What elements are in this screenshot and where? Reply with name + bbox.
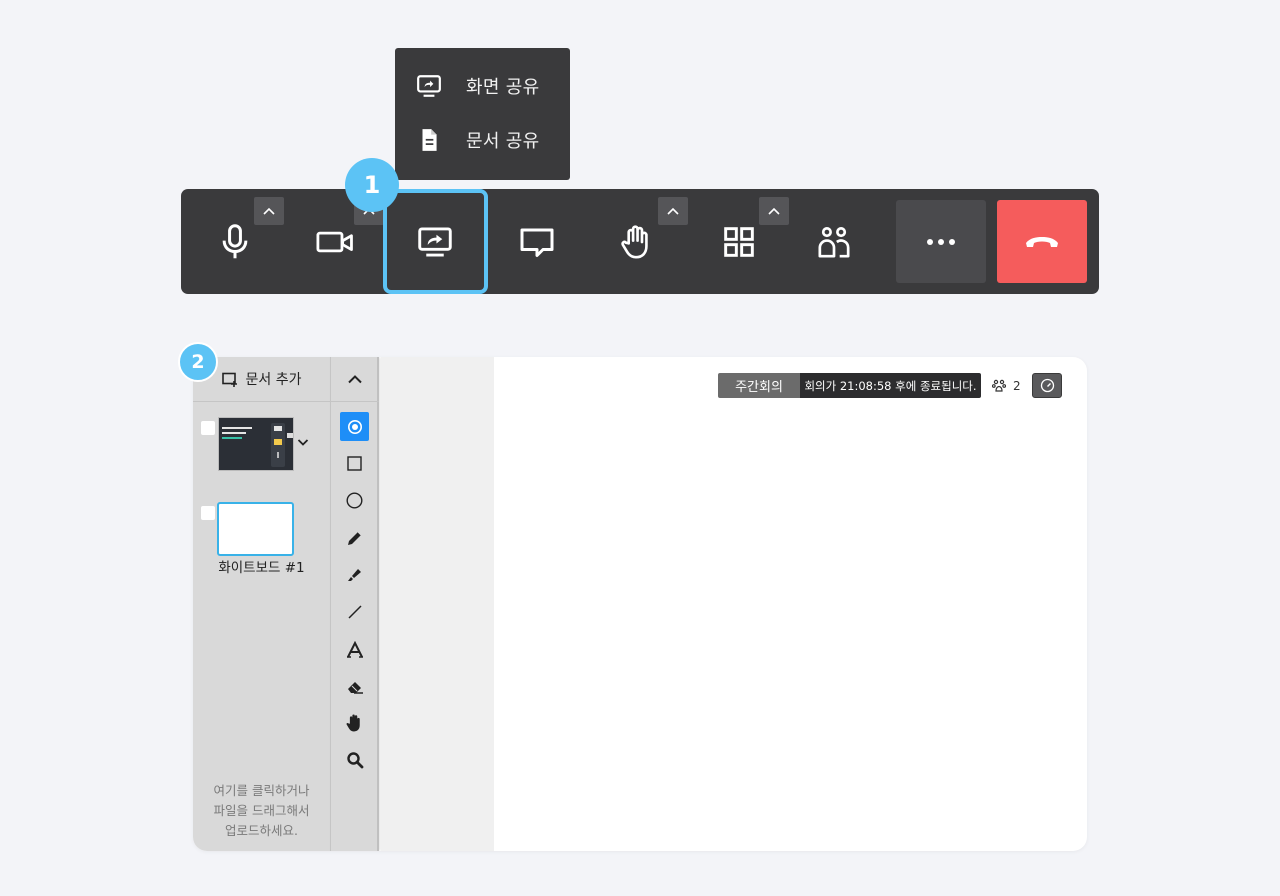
gauge-icon [1040, 378, 1054, 393]
end-call-icon [1026, 236, 1058, 247]
raise-hand-button[interactable] [597, 189, 677, 294]
zoom-tool[interactable] [340, 745, 369, 774]
raise-hand-icon [621, 224, 648, 259]
document-checkbox-2[interactable] [201, 506, 215, 520]
pointer-icon [347, 419, 362, 434]
chevron-up-icon [348, 375, 362, 384]
microphone-button[interactable] [195, 189, 275, 294]
slide-preview-image [219, 418, 293, 470]
document-thumbnail-1[interactable] [218, 417, 294, 471]
collapse-tools-button[interactable] [331, 357, 379, 402]
document-icon [422, 129, 437, 151]
meeting-toolbar [181, 189, 1099, 294]
microphone-icon [222, 223, 248, 258]
zoom-icon [346, 751, 363, 768]
upload-hint-line: 여기를 클릭하거나 [213, 783, 310, 798]
eraser-icon [347, 681, 363, 694]
meeting-timer: 회의가 21:08:58 후에 종료됩니다. [800, 373, 981, 398]
camera-icon [316, 231, 353, 252]
circle-icon [346, 492, 363, 509]
upload-hint-line: 파일을 드래그해서 [213, 803, 310, 818]
participants-button[interactable] [794, 189, 874, 294]
line-tool[interactable] [340, 597, 369, 626]
highlighter-icon [347, 568, 361, 581]
document-checkbox-1[interactable] [201, 421, 215, 435]
chat-button[interactable] [497, 189, 577, 294]
pen-icon [347, 531, 361, 545]
whiteboard-caption: 화이트보드 #1 [218, 560, 305, 576]
meeting-title: 주간회의 [718, 373, 800, 398]
rectangle-tool[interactable] [340, 449, 369, 478]
document-share-label: 문서 공유 [466, 131, 540, 152]
canvas-margin [381, 357, 494, 851]
layout-grid-icon [724, 226, 754, 257]
more-button[interactable] [896, 200, 986, 283]
screen-share-label: 화면 공유 [466, 77, 540, 98]
document-list-panel: 문서 추가 화이트보드 #1 여기를 클릭하거나 파일을 드래그해서 업로드하세… [193, 357, 330, 851]
step-badge-2: 2 [178, 342, 218, 382]
screen-share-icon [417, 75, 441, 97]
text-tool[interactable] [340, 635, 369, 664]
eraser-tool[interactable] [340, 672, 369, 701]
participant-count[interactable]: 2 [992, 373, 1021, 398]
pen-tool[interactable] [340, 523, 369, 552]
screen-share-highlight [383, 189, 488, 294]
paw-icon [992, 379, 1006, 392]
chevron-down-icon[interactable] [297, 438, 309, 447]
speed-button[interactable] [1032, 373, 1062, 398]
text-icon [346, 640, 363, 658]
step-badge-1: 1 [345, 158, 399, 212]
add-document-icon [221, 372, 237, 387]
pointer-tool[interactable] [340, 412, 369, 441]
drawing-tools-panel [330, 357, 379, 851]
rectangle-icon [347, 456, 362, 471]
upload-hint[interactable]: 여기를 클릭하거나 파일을 드래그해서 업로드하세요. [193, 781, 330, 841]
document-share-menu-item[interactable]: 문서 공유 [395, 118, 570, 162]
chat-icon [520, 228, 554, 257]
hand-icon [346, 713, 360, 731]
add-document-label: 문서 추가 [245, 372, 302, 388]
share-menu: 화면 공유 문서 공유 [395, 48, 570, 180]
participants-icon [818, 226, 850, 258]
more-icon [927, 238, 955, 245]
upload-hint-line: 업로드하세요. [225, 823, 298, 838]
line-icon [347, 604, 362, 619]
participant-count-value: 2 [1013, 378, 1021, 393]
layout-button[interactable] [699, 189, 779, 294]
hand-tool[interactable] [340, 708, 369, 737]
whiteboard-thumbnail[interactable] [217, 502, 294, 556]
circle-tool[interactable] [340, 486, 369, 515]
highlighter-tool[interactable] [340, 560, 369, 589]
screen-share-menu-item[interactable]: 화면 공유 [395, 64, 570, 108]
whiteboard-panel: 문서 추가 화이트보드 #1 여기를 클릭하거나 파일을 드래그해서 업로드하세… [193, 357, 1087, 851]
end-call-button[interactable] [997, 200, 1087, 283]
